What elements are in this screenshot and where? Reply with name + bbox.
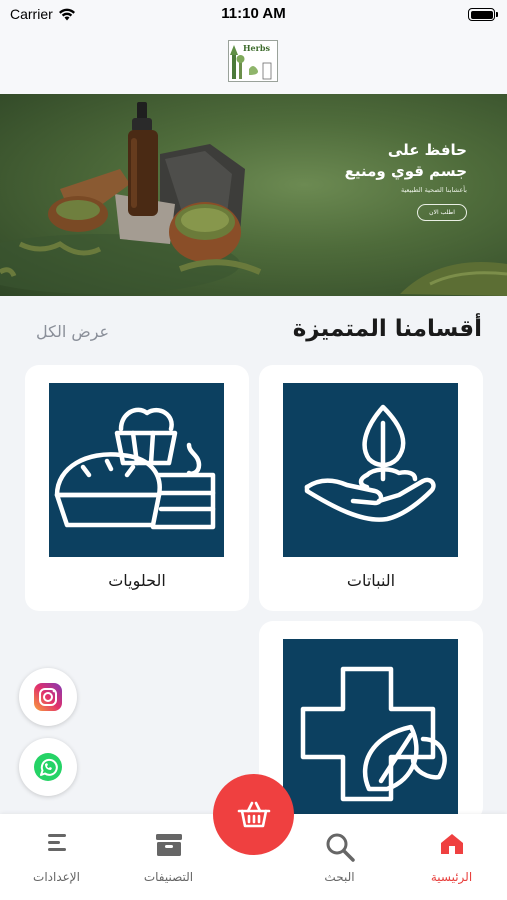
status-time: 11:10 AM bbox=[221, 5, 286, 22]
instagram-button[interactable] bbox=[19, 668, 77, 726]
category-image bbox=[49, 383, 224, 557]
tab-categories[interactable]: التصنيفات bbox=[105, 814, 232, 900]
cart-button[interactable] bbox=[213, 774, 294, 855]
basket-icon bbox=[237, 801, 270, 827]
category-image bbox=[283, 639, 458, 829]
whatsapp-icon bbox=[34, 753, 62, 781]
banner-title-line1: حافظ على bbox=[387, 141, 467, 159]
battery-icon bbox=[468, 8, 498, 21]
category-image bbox=[283, 383, 458, 557]
tab-label: البحث bbox=[324, 870, 355, 884]
view-all-link[interactable]: عرض الكل bbox=[36, 322, 109, 341]
app-header: Herbs bbox=[0, 30, 507, 94]
section-title: أقسامنا المتميزة bbox=[292, 316, 482, 342]
search-icon bbox=[326, 833, 355, 862]
instagram-icon bbox=[34, 683, 62, 711]
tab-settings[interactable]: الإعدادات bbox=[0, 814, 120, 900]
banner-title: حافظ على جسم قوي ومنيع bbox=[345, 140, 467, 182]
category-card-sweets[interactable]: الحلويات bbox=[25, 365, 249, 611]
app-logo[interactable]: Herbs bbox=[228, 40, 278, 82]
banner-order-button[interactable]: اطلب الان bbox=[417, 204, 467, 221]
category-card-medical[interactable] bbox=[259, 621, 483, 829]
promo-banner[interactable]: حافظ على جسم قوي ومنيع بأعشابنا الصحية ا… bbox=[0, 94, 507, 296]
tab-label: الرئيسية bbox=[430, 870, 473, 884]
menu-lines-icon bbox=[47, 834, 66, 851]
status-bar: Carrier 11:10 AM bbox=[0, 0, 507, 30]
logo-text: Herbs bbox=[243, 43, 270, 53]
whatsapp-button[interactable] bbox=[19, 738, 77, 796]
tab-home[interactable]: الرئيسية bbox=[388, 814, 507, 900]
banner-title-line2: جسم قوي ومنيع bbox=[344, 162, 467, 180]
category-card-plants[interactable]: النباتات bbox=[259, 365, 483, 611]
categories-icon bbox=[155, 834, 182, 856]
plant-in-hand-icon bbox=[304, 404, 436, 522]
tab-label: التصنيفات bbox=[143, 870, 194, 884]
sweets-icon bbox=[54, 407, 216, 530]
banner-herbs-image bbox=[0, 102, 507, 296]
home-icon bbox=[440, 834, 463, 854]
category-label: الحلويات bbox=[108, 571, 166, 590]
banner-subtitle: بأعشابنا الصحية الطبيعية bbox=[400, 186, 467, 194]
tab-label: الإعدادات bbox=[33, 870, 80, 884]
category-label: النباتات bbox=[346, 571, 396, 590]
medical-leaf-icon bbox=[300, 666, 447, 802]
tab-search[interactable]: البحث bbox=[276, 814, 403, 900]
